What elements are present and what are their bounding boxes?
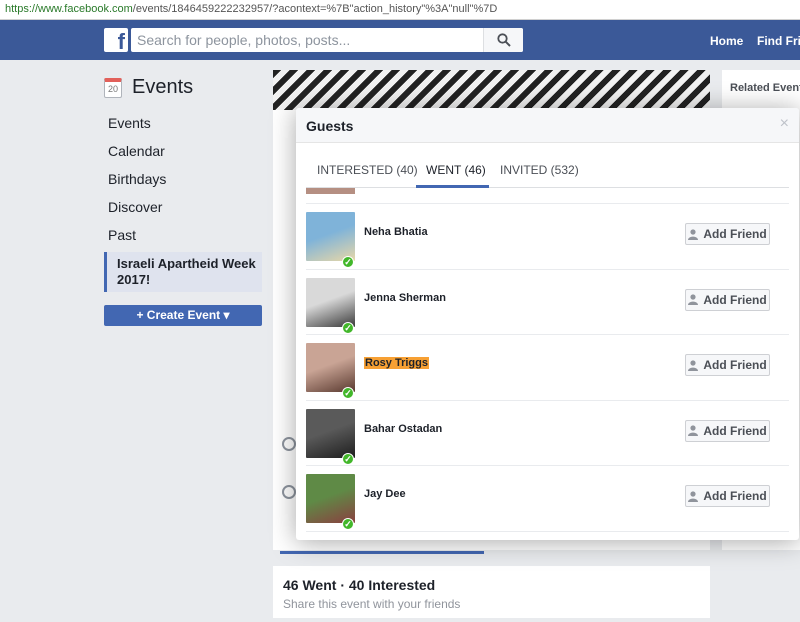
event-stats-card: 46 Went · 40 Interested Share this event… [273,566,710,618]
row-divider [306,530,789,532]
guest-name[interactable]: Jenna Sherman [364,292,446,304]
guest-row: ✓ Jay Dee Add Friend [306,466,789,532]
events-header: 20 Events [104,76,193,99]
logo-letter: f [117,29,125,54]
tab-interested[interactable]: INTERESTED (40) [317,163,418,177]
search-button[interactable] [483,28,523,52]
sidebar-item-birthdays[interactable]: Birthdays [108,172,166,200]
related-events-title: Related Events [730,82,800,94]
avatar[interactable]: ✓ [306,343,355,399]
guest-row: ✓ Rosy Triggs Add Friend [306,335,789,401]
stats-subtitle: Share this event with your friends [283,597,461,611]
nav-home-link[interactable]: Home [710,34,743,48]
add-friend-icon [688,294,699,305]
add-friend-label: Add Friend [703,358,767,372]
guest-name[interactable]: Jay Dee [364,488,406,500]
top-navigation-bar: f Home Find Frie [0,20,800,60]
add-friend-icon [688,359,699,371]
calendar-icon: 20 [104,77,122,98]
guest-tabs: INTERESTED (40) WENT (46) INVITED (532) [306,143,789,188]
guest-name[interactable]: Rosy Triggs [364,357,429,369]
url-path: /events/1846459222232957/?acontext=%7B"a… [132,3,498,15]
tab-went[interactable]: WENT (46) [426,163,486,177]
sidebar-selected-event[interactable]: Israeli Apartheid Week 2017! [104,252,262,292]
create-event-button[interactable]: + Create Event ▾ [104,305,262,326]
add-friend-button[interactable]: Add Friend [685,419,770,442]
avatar[interactable]: ✓ [306,474,355,530]
avatar[interactable]: ✓ [306,277,355,334]
dialog-title: Guests [306,118,354,134]
location-pin-icon [282,485,296,499]
add-friend-button[interactable]: Add Friend [685,354,770,376]
clock-icon [282,437,296,451]
guest-row: ✓ Jenna Sherman Add Friend [306,270,789,336]
guest-list[interactable]: ✓ Neha Bhatia Add Friend ✓ Jenna Sherman Add … [306,188,789,533]
search-icon [497,33,511,47]
search-box [131,28,523,52]
sidebar-item-calendar[interactable]: Calendar [108,144,166,172]
went-check-icon: ✓ [342,518,354,530]
events-sidebar: Events Calendar Birthdays Discover Past [108,116,166,256]
guest-name[interactable]: Bahar Ostadan [364,423,442,435]
search-input[interactable] [131,28,481,52]
avatar[interactable]: ✓ [306,212,355,268]
event-tab-underline [280,551,484,554]
add-friend-icon [688,228,699,240]
stats-title[interactable]: 46 Went · 40 Interested [283,577,700,593]
guest-row: ✓ Bahar Ostadan Add Friend [306,401,789,467]
went-check-icon: ✓ [342,256,354,268]
guest-name[interactable]: Neha Bhatia [364,226,428,238]
tab-invited[interactable]: INVITED (532) [500,163,579,177]
went-check-icon: ✓ [342,321,354,334]
add-friend-label: Add Friend [703,489,767,503]
add-friend-icon [688,490,699,502]
avatar[interactable]: ✓ [306,408,355,465]
events-title: Events [132,76,194,98]
add-friend-button[interactable]: Add Friend [685,223,770,245]
add-friend-label: Add Friend [703,423,767,438]
dialog-header: Guests × [296,108,799,143]
went-check-icon: ✓ [342,452,354,465]
sidebar-item-discover[interactable]: Discover [108,200,166,228]
guests-dialog: Guests × INTERESTED (40) WENT (46) INVIT… [296,108,799,540]
add-friend-label: Add Friend [703,227,767,241]
add-friend-icon [688,425,699,436]
facebook-logo-icon[interactable]: f [104,28,128,54]
sidebar-item-events[interactable]: Events [108,116,166,144]
went-check-icon: ✓ [342,387,354,399]
add-friend-label: Add Friend [703,292,767,307]
close-icon[interactable]: × [780,116,789,132]
url-host: https://www.facebook.com [5,3,133,15]
previous-guest-avatar [306,188,355,194]
add-friend-button[interactable]: Add Friend [685,485,770,507]
add-friend-button[interactable]: Add Friend [685,288,770,311]
guest-row: ✓ Neha Bhatia Add Friend [306,204,789,270]
browser-url-bar[interactable]: https://www.facebook.com/events/18464592… [0,0,800,20]
nav-find-friends-link[interactable]: Find Frie [757,34,800,48]
event-cover-photo [273,70,710,110]
